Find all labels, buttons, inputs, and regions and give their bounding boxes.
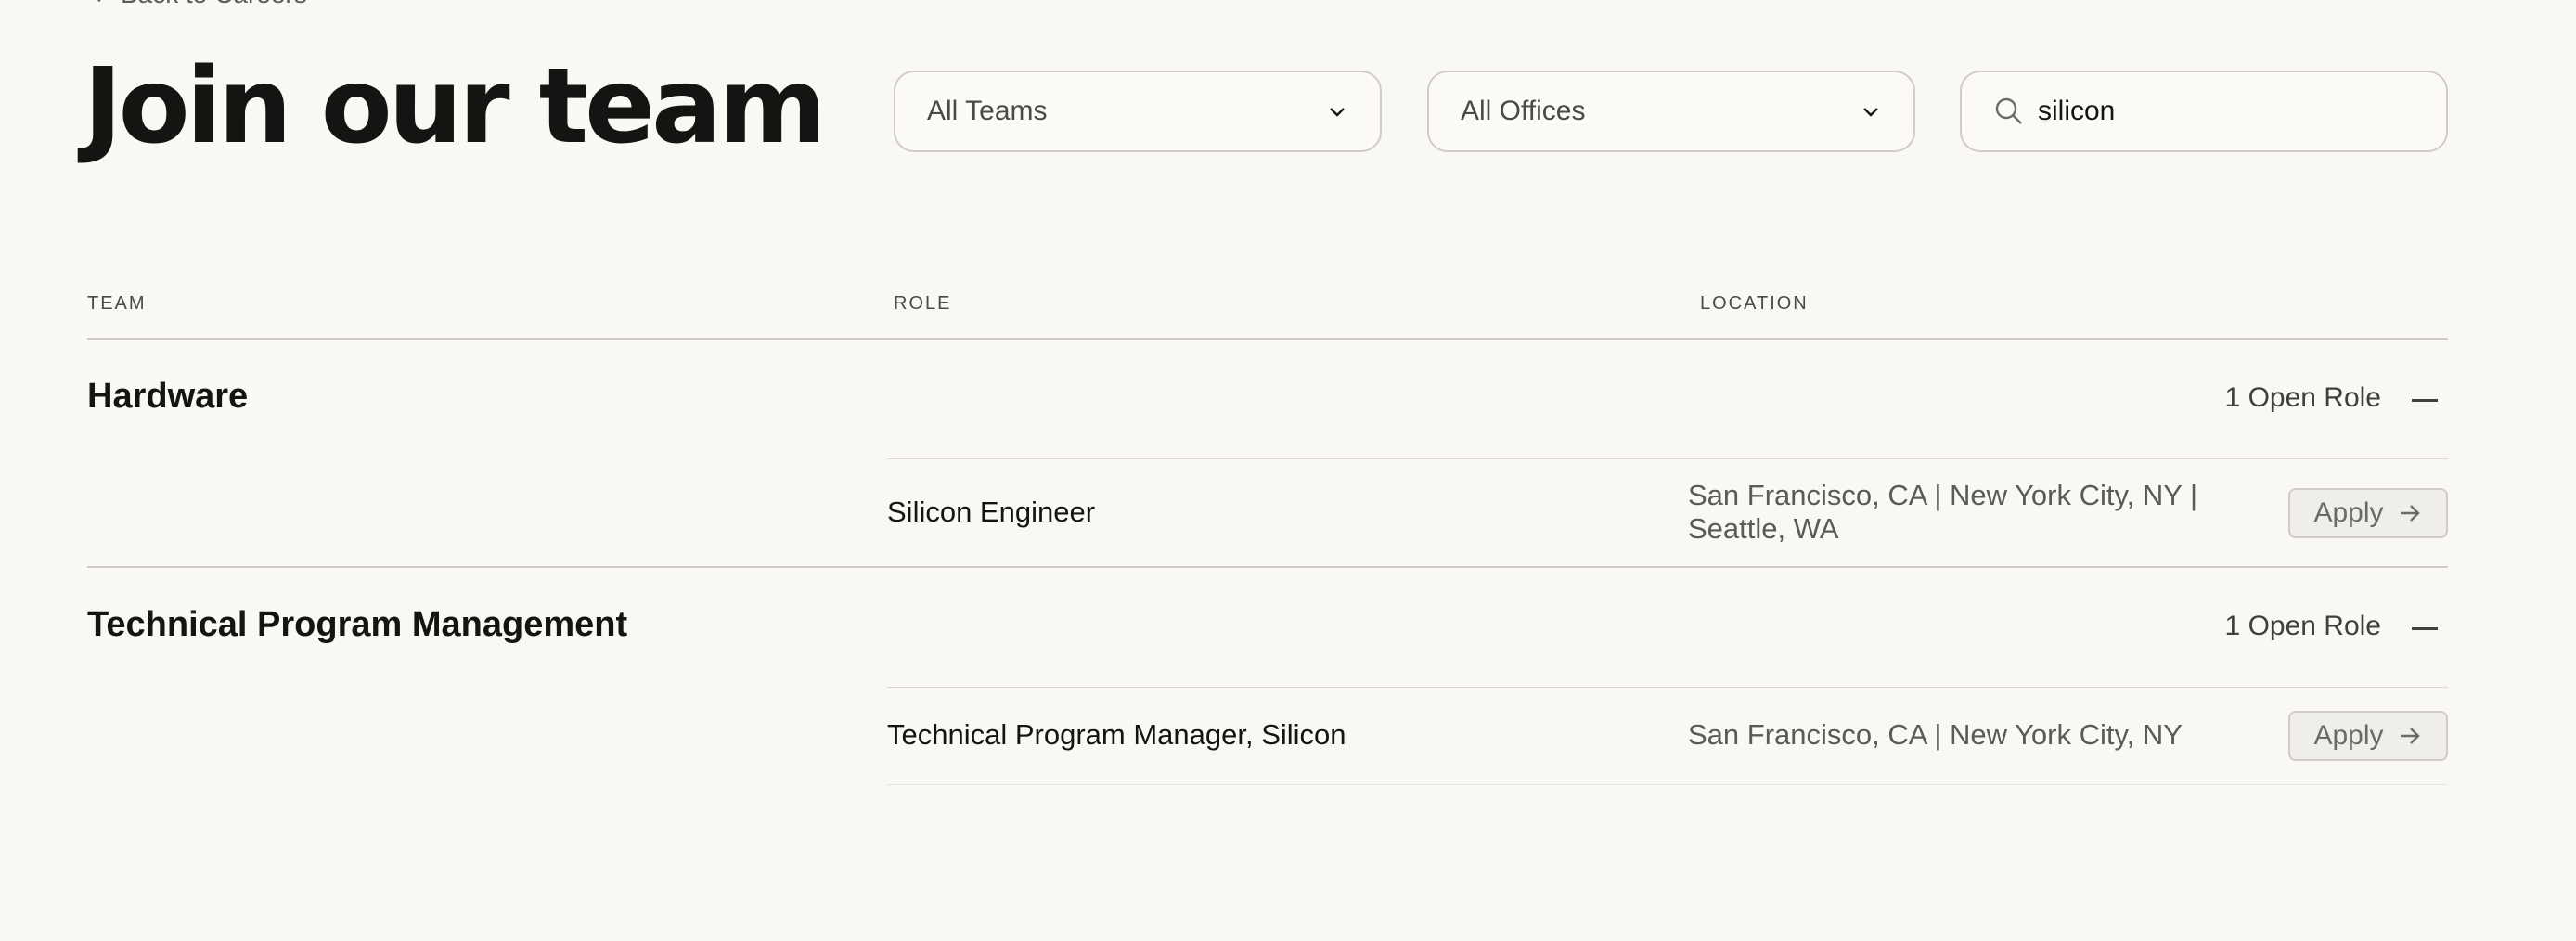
apply-button[interactable]: Apply bbox=[2288, 711, 2448, 761]
role-title[interactable]: Silicon Engineer bbox=[887, 496, 1095, 529]
role-title[interactable]: Technical Program Manager, Silicon bbox=[887, 718, 1346, 752]
team-name: Technical Program Management bbox=[87, 605, 628, 644]
page-title: Join our team bbox=[84, 46, 826, 167]
apply-button[interactable]: Apply bbox=[2288, 488, 2448, 538]
chevron-down-icon bbox=[1330, 108, 1345, 117]
back-to-careers-link[interactable]: Back to Careers bbox=[87, 0, 307, 9]
apply-button-label: Apply bbox=[2313, 720, 2384, 751]
role-divider bbox=[887, 784, 2448, 785]
chevron-down-icon bbox=[1863, 108, 1878, 117]
group-divider bbox=[87, 566, 2448, 568]
collapse-group-button[interactable] bbox=[2411, 386, 2439, 414]
role-location: San Francisco, CA | New York City, NY bbox=[1688, 718, 2183, 751]
role-divider bbox=[887, 687, 2448, 688]
teams-dropdown[interactable]: All Teams bbox=[894, 71, 1382, 152]
careers-page: Back to Careers Join our team All Teams … bbox=[0, 0, 2576, 941]
teams-dropdown-value: All Teams bbox=[927, 96, 1048, 126]
collapse-icon bbox=[2412, 398, 2438, 402]
search-field[interactable] bbox=[1960, 71, 2448, 152]
team-name: Hardware bbox=[87, 377, 249, 416]
open-role-count: 1 Open Role bbox=[2224, 611, 2381, 641]
offices-dropdown-value: All Offices bbox=[1461, 96, 1586, 126]
collapse-icon bbox=[2412, 626, 2438, 630]
open-role-count: 1 Open Role bbox=[2224, 382, 2381, 413]
role-location: San Francisco, CA | New York City, NY | … bbox=[1688, 479, 2198, 545]
column-header-role: ROLE bbox=[894, 293, 952, 314]
header-divider bbox=[87, 338, 2448, 340]
chevron-left-icon bbox=[97, 0, 101, 3]
search-input[interactable] bbox=[2038, 96, 2415, 127]
offices-dropdown[interactable]: All Offices bbox=[1427, 71, 1915, 152]
arrow-right-icon bbox=[2400, 728, 2420, 744]
collapse-group-button[interactable] bbox=[2411, 614, 2439, 642]
back-link-label: Back to Careers bbox=[121, 0, 307, 9]
arrow-right-icon bbox=[2400, 505, 2420, 522]
column-header-location: LOCATION bbox=[1700, 293, 1809, 314]
role-divider bbox=[887, 458, 2448, 459]
apply-button-label: Apply bbox=[2313, 497, 2384, 528]
column-header-team: TEAM bbox=[87, 293, 147, 314]
search-icon bbox=[1995, 97, 2022, 124]
